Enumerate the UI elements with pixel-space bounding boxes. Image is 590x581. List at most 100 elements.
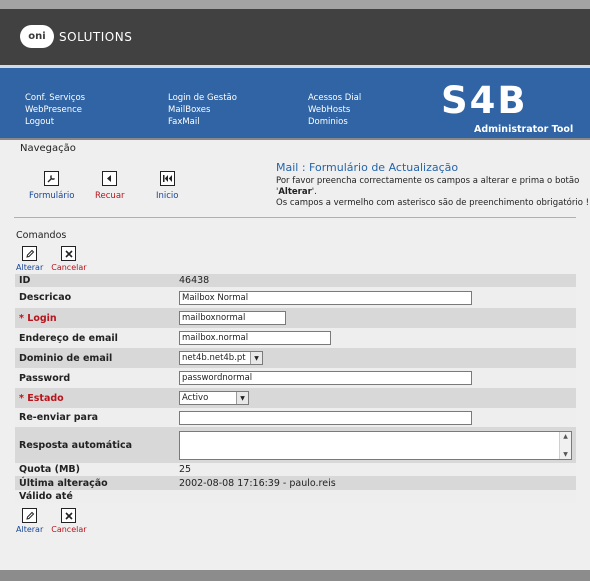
ultima-value: 2002-08-08 17:16:39 - paulo.reis <box>175 476 576 490</box>
navegacao-title: Navegação <box>20 143 76 154</box>
cancelar-label: Cancelar <box>51 263 87 272</box>
nav-divider <box>0 138 590 140</box>
row-valido: Válido até <box>15 490 576 503</box>
back-icon <box>102 171 118 186</box>
alterar-button-top[interactable]: Alterar <box>16 246 43 272</box>
nav-link-dominios[interactable]: Dominios <box>308 116 361 128</box>
login-field[interactable] <box>179 311 286 325</box>
password-label: Password <box>15 368 175 388</box>
brand-subtitle: Administrator Tool <box>474 124 574 135</box>
quota-value: 25 <box>175 463 576 476</box>
close-icon <box>61 246 77 261</box>
mailbox-form: ID 46438 Descricao * Login Endereço de e… <box>15 274 576 503</box>
ultima-label: Última alteração <box>15 476 175 490</box>
pencil-icon <box>22 508 38 523</box>
valido-label: Válido até <box>15 490 175 503</box>
nav-link-mailboxes[interactable]: MailBoxes <box>168 104 237 116</box>
row-email: Endereço de email <box>15 328 576 348</box>
row-quota: Quota (MB) 25 <box>15 463 576 476</box>
email-label: Endereço de email <box>15 328 175 348</box>
inicio-button[interactable]: Inicio <box>156 171 179 201</box>
nav-link-webhosts[interactable]: WebHosts <box>308 104 361 116</box>
cancelar-button-bottom[interactable]: Cancelar <box>51 508 87 534</box>
descricao-field[interactable] <box>179 290 472 305</box>
nav-link-conf-servicos[interactable]: Conf. Serviços <box>25 92 85 104</box>
inicio-label: Inicio <box>156 191 179 201</box>
formulario-label: Formulário <box>29 191 75 201</box>
brand-logo: S4B <box>441 79 528 122</box>
dominio-select-value: net4b.net4b.pt <box>182 353 246 363</box>
info-text-2: Os campos a vermelho com asterisco são d… <box>276 198 590 208</box>
login-label: * Login <box>15 308 175 328</box>
info-panel: Mail : Formulário de Actualização Por fa… <box>276 161 590 209</box>
nav-link-faxmail[interactable]: FaxMail <box>168 116 237 128</box>
nav-link-login-gestao[interactable]: Login de Gestão <box>168 92 237 104</box>
dominio-select[interactable]: net4b.net4b.pt ▼ <box>179 351 263 365</box>
info-text-1a: Por favor preencha correctamente os camp… <box>276 176 580 197</box>
nav-link-webpresence[interactable]: WebPresence <box>25 104 85 116</box>
row-id: ID 46438 <box>15 274 576 287</box>
id-label: ID <box>15 274 175 287</box>
estado-label: * Estado <box>15 388 175 408</box>
password-cell <box>175 368 576 388</box>
info-text-bold: Alterar <box>278 187 312 197</box>
email-cell <box>175 328 576 348</box>
row-descricao: Descricao <box>15 287 576 308</box>
row-ultima: Última alteração 2002-08-08 17:16:39 - p… <box>15 476 576 490</box>
recuar-button[interactable]: Recuar <box>95 171 125 201</box>
alterar-button-bottom[interactable]: Alterar <box>16 508 43 534</box>
row-dominio: Dominio de email net4b.net4b.pt ▼ <box>15 348 576 368</box>
info-title: Mail : Formulário de Actualização <box>276 161 459 174</box>
info-text-1b: '. <box>311 187 317 197</box>
resposta-label: Resposta automática <box>15 427 175 463</box>
descricao-label: Descricao <box>15 287 175 308</box>
resposta-cell: ▲ ▼ <box>175 427 576 463</box>
info-text-1: Por favor preencha correctamente os camp… <box>276 176 590 198</box>
row-login: * Login <box>15 308 576 328</box>
formulario-button[interactable]: Formulário <box>29 171 74 201</box>
nav-column-3: Acessos Dial WebHosts Dominios <box>308 92 361 128</box>
email-field[interactable] <box>179 331 331 345</box>
cancelar-label: Cancelar <box>51 525 87 534</box>
id-value: 46438 <box>175 274 576 287</box>
cancelar-button-top[interactable]: Cancelar <box>51 246 87 272</box>
password-field[interactable] <box>179 371 472 385</box>
main-nav: Conf. Serviços WebPresence Logout Login … <box>0 68 590 138</box>
wrench-icon <box>44 171 60 186</box>
chevron-down-icon: ▼ <box>250 352 262 364</box>
bottom-bar <box>0 570 590 581</box>
dominio-cell: net4b.net4b.pt ▼ <box>175 348 576 368</box>
alterar-label: Alterar <box>16 263 44 272</box>
scroll-up-icon[interactable]: ▲ <box>560 432 571 441</box>
login-cell <box>175 308 576 328</box>
chevron-down-icon: ▼ <box>236 392 248 404</box>
estado-select[interactable]: Activo ▼ <box>179 391 249 405</box>
valido-value <box>175 490 576 503</box>
recuar-label: Recuar <box>95 191 125 201</box>
oni-logo: oni SOLUTIONS <box>20 25 132 48</box>
logo-mark: oni <box>20 25 54 48</box>
quota-label: Quota (MB) <box>15 463 175 476</box>
pencil-icon <box>22 246 38 261</box>
reenviar-field[interactable] <box>179 410 472 425</box>
nav-link-logout[interactable]: Logout <box>25 116 85 128</box>
descricao-cell <box>175 287 576 308</box>
row-password: Password <box>15 368 576 388</box>
first-icon <box>159 171 175 186</box>
textarea-scrollbar[interactable]: ▲ ▼ <box>559 431 571 459</box>
top-strip <box>0 0 590 9</box>
nav-link-acessos-dial[interactable]: Acessos Dial <box>308 92 361 104</box>
scroll-down-icon[interactable]: ▼ <box>560 450 571 459</box>
nav-column-1: Conf. Serviços WebPresence Logout <box>25 92 85 128</box>
row-reenviar: Re-enviar para <box>15 408 576 427</box>
reenviar-cell <box>175 408 576 427</box>
close-icon <box>61 508 77 523</box>
logo-text: SOLUTIONS <box>59 29 133 44</box>
comandos-title: Comandos <box>16 230 67 241</box>
resposta-textarea[interactable]: ▲ ▼ <box>179 430 572 460</box>
command-bar-bottom: Alterar Cancelar <box>16 508 95 534</box>
dominio-label: Dominio de email <box>15 348 175 368</box>
section-divider <box>14 217 576 218</box>
row-resposta: Resposta automática ▲ ▼ <box>15 427 576 463</box>
header-bar: oni SOLUTIONS <box>0 9 590 65</box>
